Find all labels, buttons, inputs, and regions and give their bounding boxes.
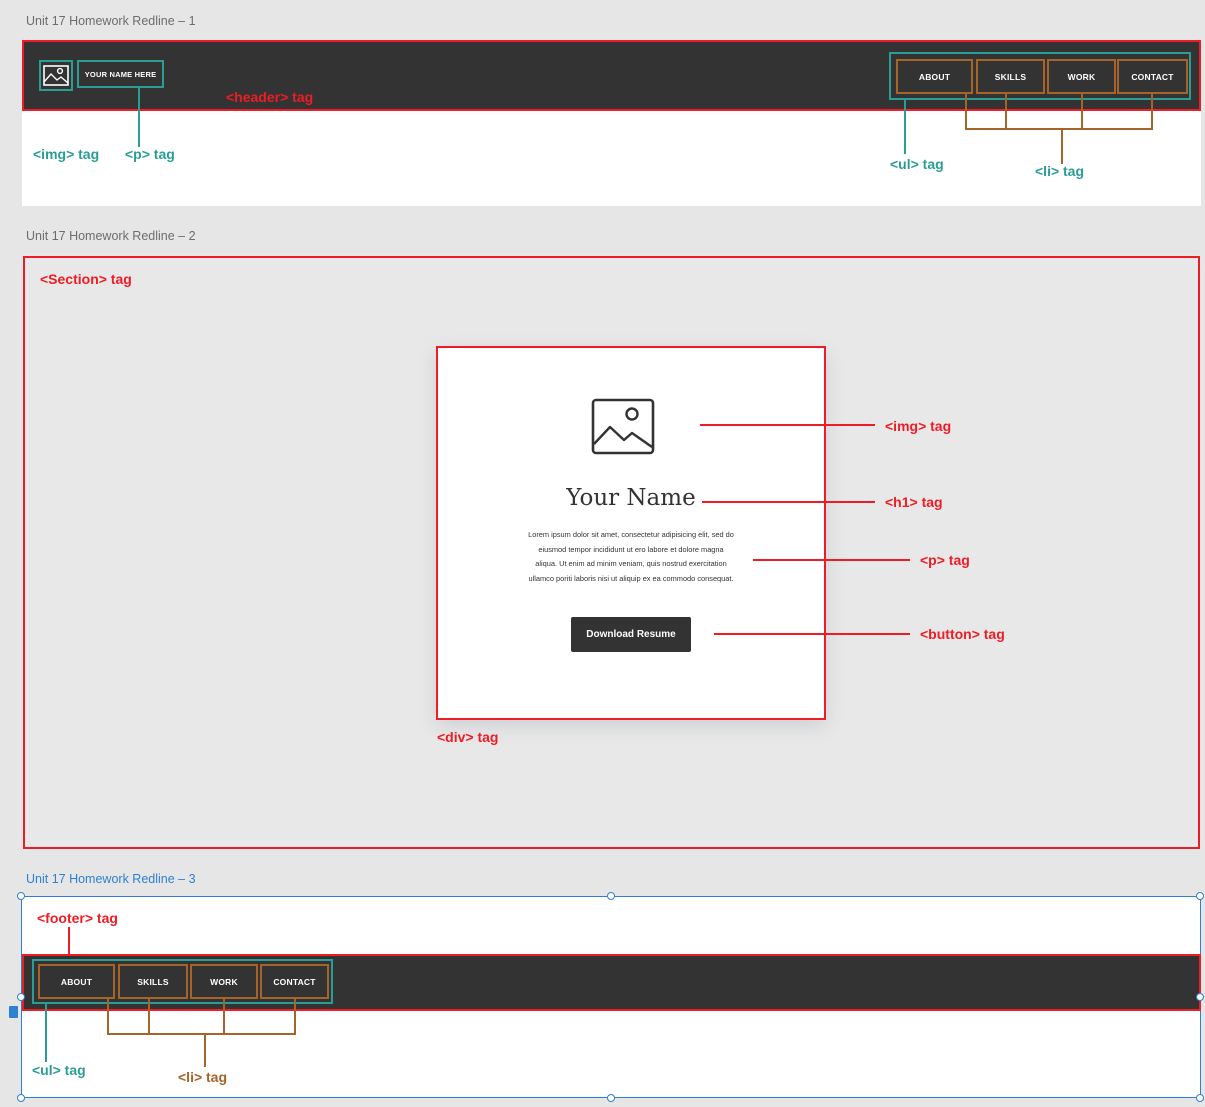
ul-tag-leader <box>904 100 906 154</box>
li-bracket-line <box>1081 94 1083 130</box>
image-icon-box <box>39 60 73 91</box>
header-nav-contact[interactable]: CONTACT <box>1117 59 1188 94</box>
h1-tag-leader <box>702 501 875 503</box>
h1-tag-label: <h1> tag <box>885 494 943 510</box>
artboard-title-3[interactable]: Unit 17 Homework Redline – 3 <box>26 872 196 886</box>
resize-handle-bc[interactable] <box>607 1094 615 1102</box>
button-tag-label: <button> tag <box>920 626 1005 642</box>
ul-tag-label: <ul> tag <box>890 156 944 172</box>
p-tag-label: <p> tag <box>125 146 175 162</box>
artboard-title-2[interactable]: Unit 17 Homework Redline – 2 <box>26 229 196 243</box>
resize-handle-tc[interactable] <box>607 892 615 900</box>
p-tag-leader-2 <box>753 559 910 561</box>
layer-marker-icon[interactable] <box>9 1006 18 1018</box>
artboard-title-1[interactable]: Unit 17 Homework Redline – 1 <box>26 14 196 28</box>
li-tag-label: <li> tag <box>1035 163 1085 179</box>
button-tag-leader <box>714 633 910 635</box>
resize-handle-tr[interactable] <box>1196 892 1204 900</box>
footer-li-bracket-line <box>204 1035 206 1067</box>
resize-handle-bl[interactable] <box>17 1094 25 1102</box>
footer-tag-leader <box>68 927 70 955</box>
footer-nav-about[interactable]: ABOUT <box>38 964 115 999</box>
footer-li-bracket-line <box>294 999 296 1035</box>
header-tag-label: <header> tag <box>226 89 314 105</box>
footer-li-tag-label: <li> tag <box>178 1069 228 1085</box>
image-icon <box>43 65 69 86</box>
img-tag-label: <img> tag <box>33 146 100 162</box>
footer-nav-skills[interactable]: SKILLS <box>118 964 188 999</box>
footer-li-bracket-line <box>148 999 150 1035</box>
li-bracket-line <box>965 128 1153 130</box>
footer-tag-label: <footer> tag <box>37 910 118 926</box>
li-bracket-line <box>1151 94 1153 130</box>
footer-li-bracket-line <box>107 1033 296 1035</box>
resize-handle-tl[interactable] <box>17 892 25 900</box>
p-tag-leader <box>138 88 140 147</box>
name-text: YOUR NAME HERE <box>77 60 164 88</box>
li-bracket-line <box>1005 94 1007 130</box>
p-tag-label-2: <p> tag <box>920 552 970 568</box>
footer-nav-work[interactable]: WORK <box>190 964 258 999</box>
footer-nav-contact[interactable]: CONTACT <box>260 964 329 999</box>
img-tag-label-2: <img> tag <box>885 418 952 434</box>
resize-handle-br[interactable] <box>1196 1094 1204 1102</box>
footer-li-bracket-line <box>223 999 225 1035</box>
li-bracket-line <box>965 94 967 130</box>
div-redline <box>436 346 826 720</box>
footer-ul-tag-label: <ul> tag <box>32 1062 86 1078</box>
resize-handle-mr[interactable] <box>1196 993 1204 1001</box>
header-nav-skills[interactable]: SKILLS <box>976 59 1045 94</box>
img-tag-leader <box>700 424 875 426</box>
footer-ul-leader <box>45 1004 47 1062</box>
resize-handle-ml[interactable] <box>17 993 25 1001</box>
header-nav-work[interactable]: WORK <box>1047 59 1116 94</box>
footer-li-bracket-line <box>107 999 109 1035</box>
header-nav-about[interactable]: ABOUT <box>896 59 973 94</box>
div-tag-label: <div> tag <box>437 729 499 745</box>
section-tag-label: <Section> tag <box>40 271 132 287</box>
li-bracket-line <box>1061 128 1063 164</box>
